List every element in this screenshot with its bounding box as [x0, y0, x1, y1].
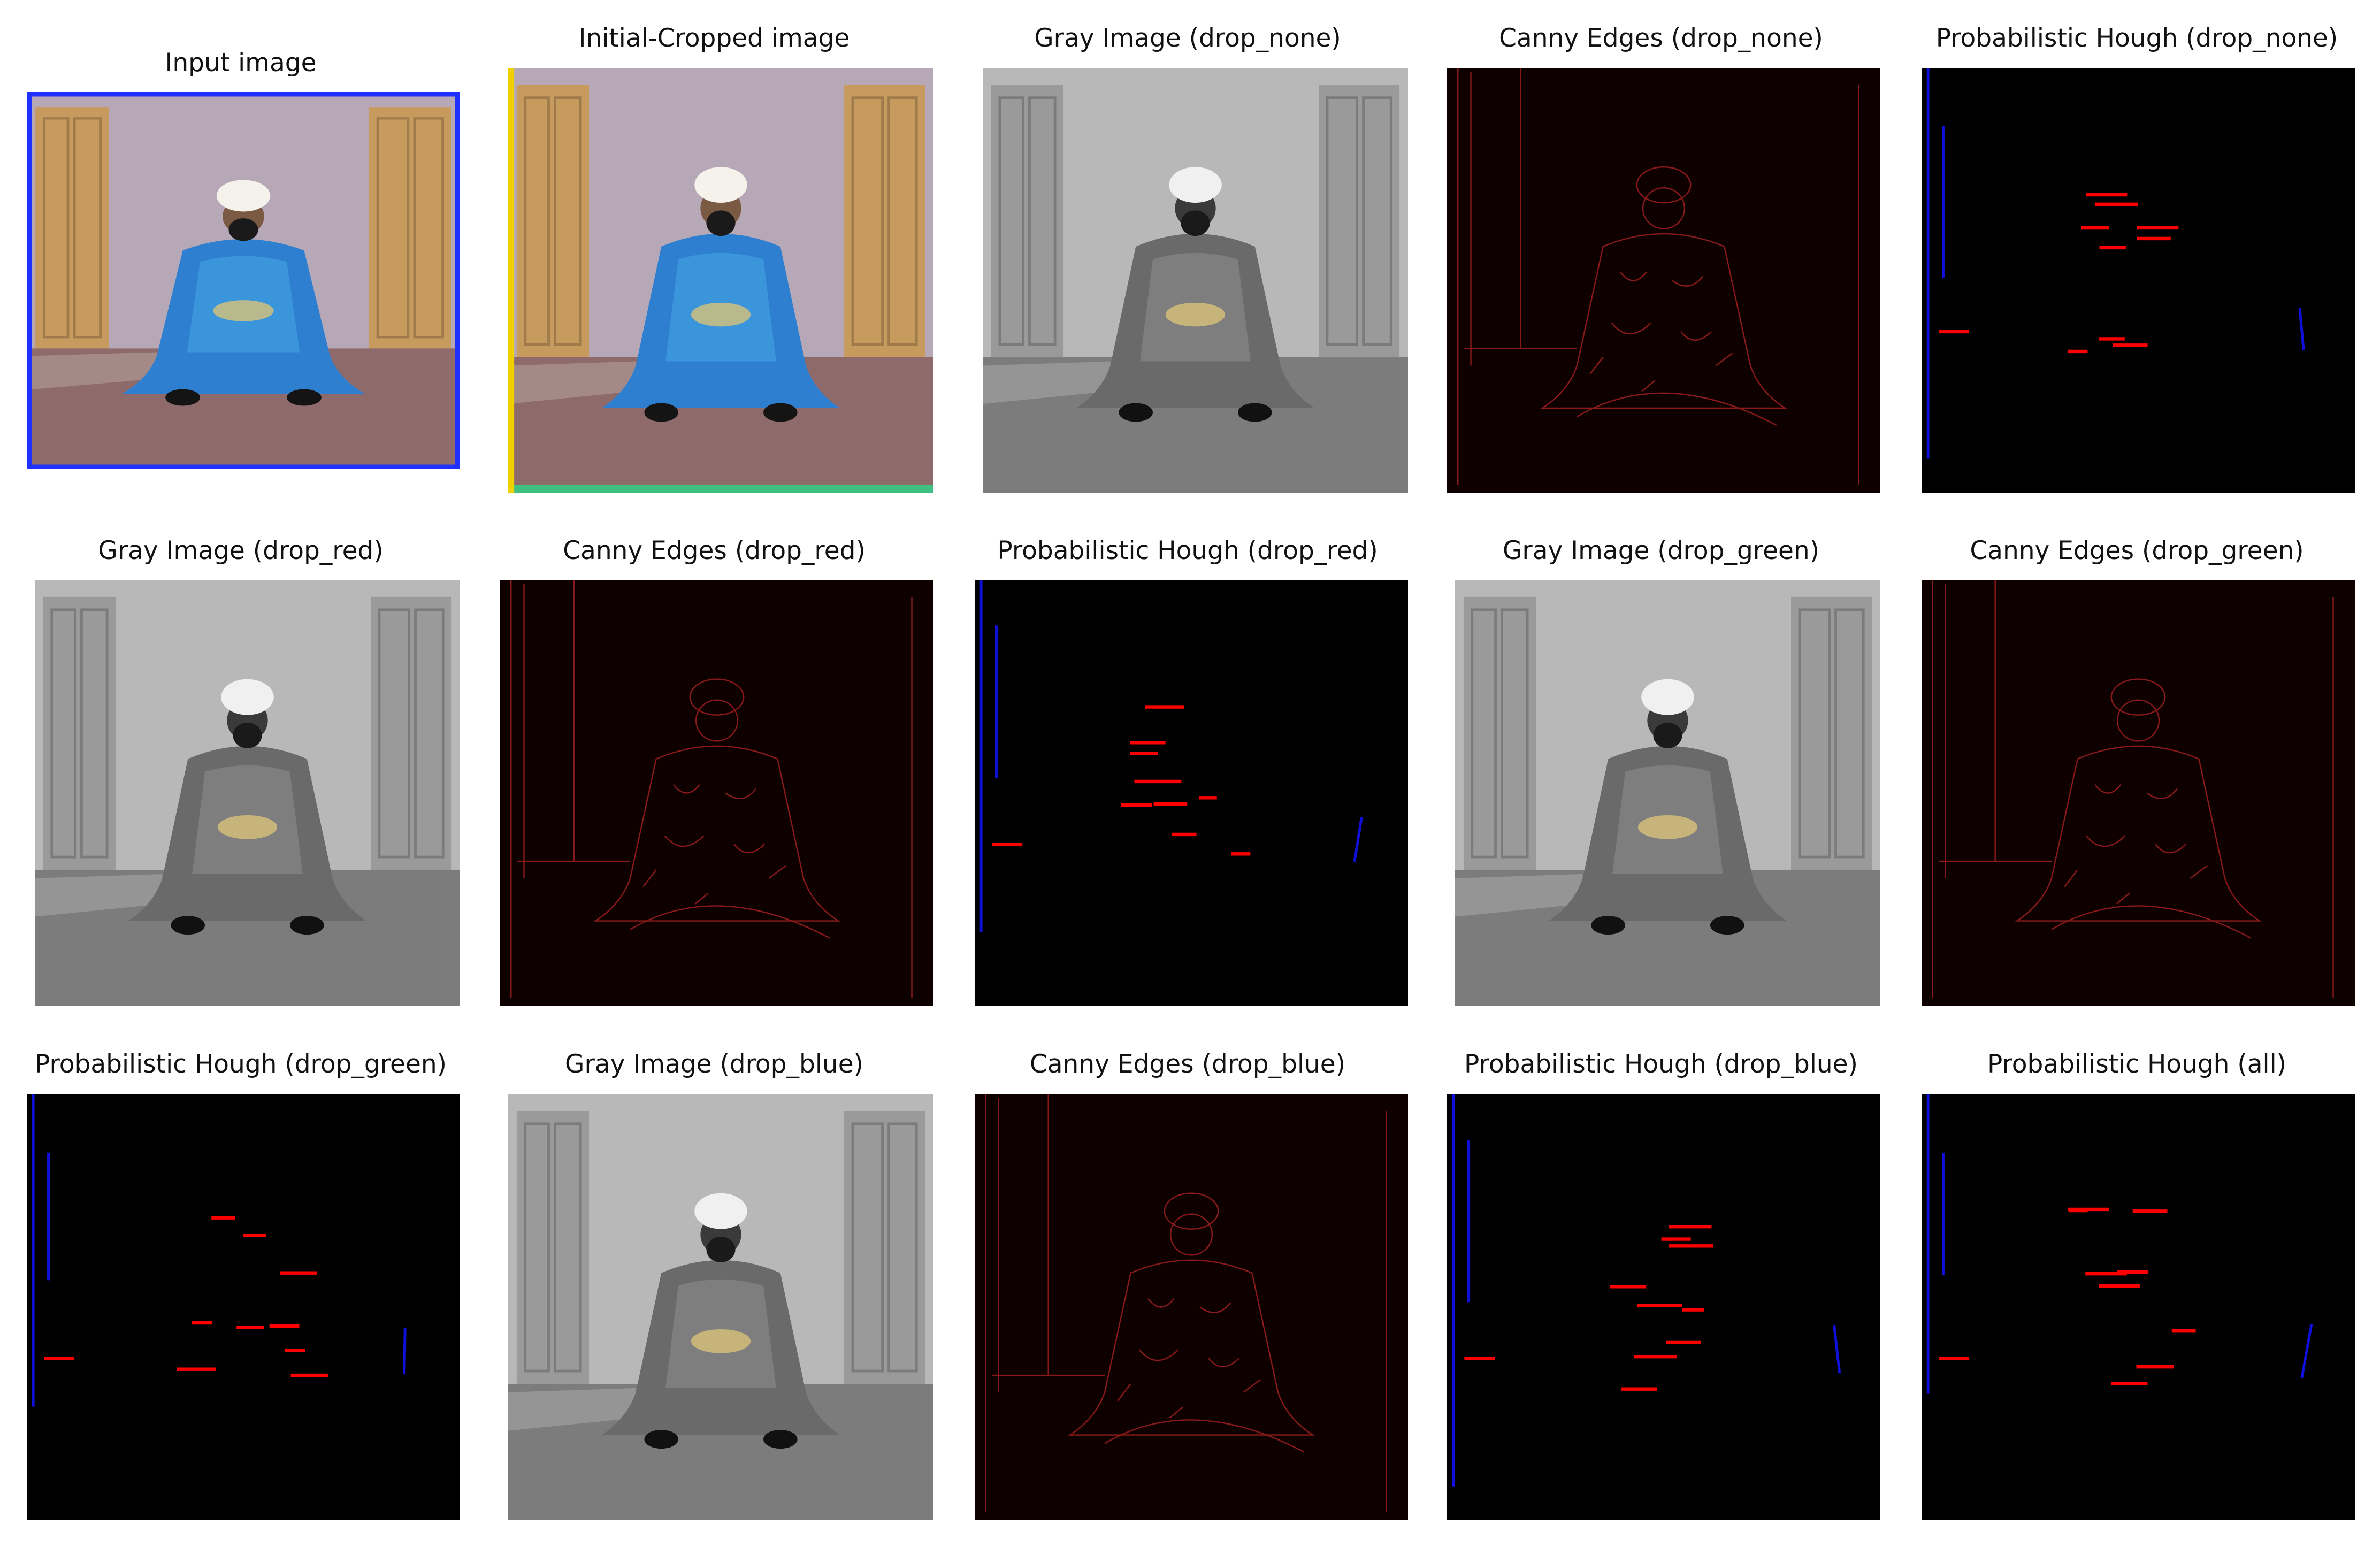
panel-graphic [1922, 580, 2355, 1006]
panel-input-image: Input image [0, 0, 481, 514]
panel-gray-drop-green: Gray Image (drop_green) [1420, 514, 1902, 1027]
panel-gray-drop-blue: Gray Image (drop_blue) [473, 1027, 955, 1547]
hough-lines-image [975, 580, 1408, 1006]
panel-graphic [1447, 1094, 1880, 1520]
hough-lines-image [1922, 1094, 2355, 1520]
input-image [27, 92, 460, 469]
gray-image [508, 1094, 933, 1520]
panel-gray-drop-none: Gray Image (drop_none) [947, 0, 1428, 514]
panel-title: Canny Edges (drop_blue) [1029, 1050, 1346, 1079]
panel-title: Gray Image (drop_none) [1034, 24, 1341, 53]
hough-lines-image [1922, 68, 2355, 493]
panel-title: Initial-Cropped image [578, 24, 850, 53]
hough-lines-image [1447, 1094, 1880, 1520]
panel-title: Probabilistic Hough (all) [1987, 1050, 2286, 1079]
panel-hough-drop-green: Probabilistic Hough (drop_green) [0, 1027, 481, 1547]
panel-graphic [975, 580, 1408, 1006]
panel-title: Probabilistic Hough (drop_green) [34, 1050, 447, 1079]
panel-title: Probabilistic Hough (drop_blue) [1464, 1050, 1858, 1079]
panel-title: Canny Edges (drop_green) [1970, 536, 2304, 565]
panel-graphic [508, 1094, 933, 1520]
panel-graphic [27, 1094, 460, 1520]
panel-title: Canny Edges (drop_none) [1499, 24, 1823, 53]
panel-hough-drop-red: Probabilistic Hough (drop_red) [947, 514, 1428, 1027]
panel-graphic [983, 68, 1408, 493]
panel-canny-drop-red: Canny Edges (drop_red) [473, 514, 955, 1027]
gray-image [35, 580, 460, 1006]
panel-graphic [500, 580, 933, 1006]
panel-graphic [1922, 1094, 2355, 1520]
panel-title: Probabilistic Hough (drop_red) [997, 536, 1378, 565]
panel-title: Canny Edges (drop_red) [563, 536, 866, 565]
canny-edges-image [1922, 580, 2355, 1006]
panel-title: Probabilistic Hough (drop_none) [1935, 24, 2338, 53]
canny-edges-image [1447, 68, 1880, 493]
panel-graphic [1455, 580, 1880, 1006]
canny-edges-image [975, 1094, 1408, 1520]
cropped-image [508, 68, 933, 493]
panel-canny-drop-blue: Canny Edges (drop_blue) [947, 1027, 1428, 1547]
panel-title: Gray Image (drop_green) [1502, 536, 1820, 565]
panel-graphic [1922, 68, 2355, 493]
panel-gray-drop-red: Gray Image (drop_red) [0, 514, 481, 1027]
panel-graphic [975, 1094, 1408, 1520]
panel-graphic [35, 580, 460, 1006]
hough-lines-image [27, 1094, 460, 1520]
panel-hough-all: Probabilistic Hough (all) [1894, 1027, 2380, 1547]
panel-hough-drop-blue: Probabilistic Hough (drop_blue) [1420, 1027, 1902, 1547]
panel-canny-drop-none: Canny Edges (drop_none) [1420, 0, 1902, 514]
panel-initial-cropped-image: Initial-Cropped image [473, 0, 955, 514]
panel-graphic [1447, 68, 1880, 493]
panel-graphic [27, 92, 460, 469]
panel-hough-drop-none: Probabilistic Hough (drop_none) [1894, 0, 2380, 514]
canny-edges-image [500, 580, 933, 1006]
gray-image [983, 68, 1408, 493]
panel-title: Input image [165, 48, 317, 78]
gray-image [1455, 580, 1880, 1006]
panel-graphic [508, 68, 933, 493]
panel-canny-drop-green: Canny Edges (drop_green) [1894, 514, 2380, 1027]
panel-title: Gray Image (drop_red) [98, 536, 384, 565]
panel-title: Gray Image (drop_blue) [565, 1050, 863, 1079]
